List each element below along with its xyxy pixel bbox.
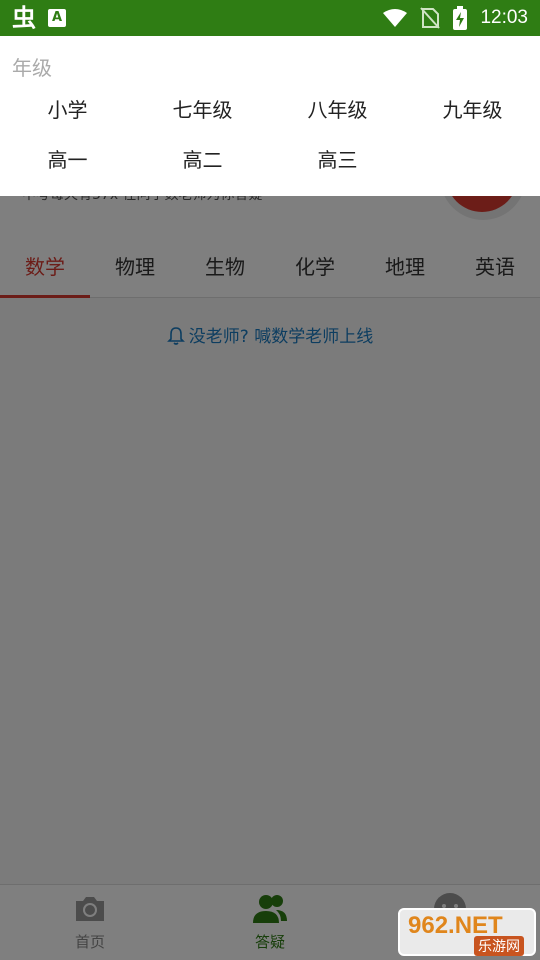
grade-option-grade7[interactable]: 七年级 [135, 92, 270, 128]
site-watermark: 962.NET 乐游网 [398, 908, 536, 956]
grade-option-senior1[interactable]: 高一 [0, 142, 135, 178]
no-sim-icon [420, 7, 441, 29]
grade-option-senior2[interactable]: 高二 [135, 142, 270, 178]
grade-option-grade9[interactable]: 九年级 [405, 92, 540, 128]
status-time: 12:03 [480, 7, 528, 28]
app-notification-icon: A [48, 9, 66, 27]
battery-charging-icon [453, 6, 468, 30]
watermark-subtext: 乐游网 [474, 936, 524, 956]
grade-title: 年级 [12, 56, 52, 80]
status-bar: 虫 A 12:03 [0, 0, 540, 36]
grade-dropdown: 年级 小学 七年级 八年级 九年级 高一 高二 高三 [0, 36, 540, 196]
grade-option-senior3[interactable]: 高三 [270, 142, 405, 178]
grade-option-primary[interactable]: 小学 [0, 92, 135, 128]
wifi-icon [383, 9, 408, 27]
grade-option-grade8[interactable]: 八年级 [270, 92, 405, 128]
app-logo-icon: 虫 [12, 4, 36, 32]
